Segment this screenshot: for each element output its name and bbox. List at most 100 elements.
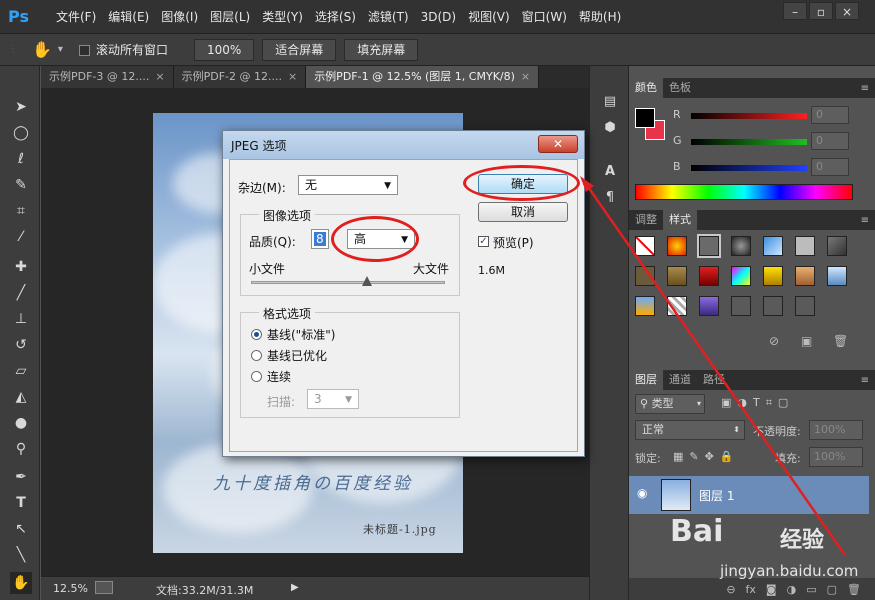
- style-swatch[interactable]: [731, 266, 751, 286]
- style-swatch[interactable]: [731, 236, 751, 256]
- style-swatch[interactable]: [635, 296, 655, 316]
- menu-select[interactable]: 选择(S): [309, 0, 362, 34]
- scans-select[interactable]: 3 ▼: [307, 389, 359, 409]
- menu-edit[interactable]: 编辑(E): [102, 0, 155, 34]
- quick-select-tool-icon[interactable]: ✎: [10, 174, 32, 196]
- menu-3d[interactable]: 3D(D): [415, 0, 462, 34]
- type-tool-icon[interactable]: T: [10, 492, 32, 514]
- panel-menu-icon[interactable]: ≡: [861, 375, 869, 386]
- style-swatch[interactable]: [763, 296, 783, 316]
- menu-view[interactable]: 视图(V): [462, 0, 516, 34]
- eyedropper-tool-icon[interactable]: ⁄: [10, 226, 32, 248]
- character-panel-icon[interactable]: A: [600, 162, 620, 182]
- scroll-all-checkbox[interactable]: [78, 43, 90, 57]
- menu-type[interactable]: 类型(Y): [256, 0, 309, 34]
- style-swatch[interactable]: [697, 234, 721, 258]
- panel-menu-icon[interactable]: ≡: [861, 83, 869, 94]
- blue-value[interactable]: 0: [811, 158, 849, 176]
- quality-slider-track[interactable]: [251, 281, 445, 284]
- bucket-tool-icon[interactable]: ◭: [10, 386, 32, 408]
- tab-layers[interactable]: 图层: [629, 370, 663, 390]
- red-value[interactable]: 0: [811, 106, 849, 124]
- brush-tool-icon[interactable]: ╱: [10, 282, 32, 304]
- menu-layer[interactable]: 图层(L): [204, 0, 256, 34]
- tab-adjustments[interactable]: 调整: [629, 210, 663, 230]
- healing-tool-icon[interactable]: ✚: [10, 256, 32, 278]
- style-swatch[interactable]: [667, 266, 687, 286]
- lasso-tool-icon[interactable]: ℓ: [10, 148, 32, 170]
- move-tool-icon[interactable]: ➤: [10, 96, 32, 118]
- style-none[interactable]: [635, 236, 655, 256]
- eye-icon[interactable]: ◉: [637, 486, 647, 500]
- restore-button[interactable]: ▫: [809, 2, 833, 20]
- tool-preset-dropdown[interactable]: ▾: [58, 44, 63, 55]
- tab-doc-3[interactable]: 示例PDF-3 @ 12.... ×: [41, 66, 174, 88]
- fill-screen-button[interactable]: 填充屏幕: [344, 38, 419, 61]
- status-menu-arrow[interactable]: ▶: [291, 582, 299, 593]
- delete-style-icon[interactable]: 🗑: [833, 334, 848, 348]
- minimize-button[interactable]: –: [783, 2, 807, 20]
- red-bar[interactable]: [691, 113, 807, 119]
- zoom-100-button[interactable]: 100%: [193, 38, 255, 61]
- crop-tool-icon[interactable]: ⌗: [10, 200, 32, 222]
- lock-icons[interactable]: ▦✎✥🔒: [673, 450, 740, 463]
- stamp-tool-icon[interactable]: ⊥: [10, 308, 32, 330]
- close-tab-icon[interactable]: ×: [521, 70, 530, 83]
- new-style-icon[interactable]: ▣: [801, 334, 812, 348]
- zoom-level[interactable]: 12.5%: [53, 582, 88, 595]
- panel-menu-icon[interactable]: ≡: [861, 215, 869, 226]
- blue-bar[interactable]: [691, 165, 807, 171]
- menu-help[interactable]: 帮助(H): [573, 0, 627, 34]
- radio-baseline-standard[interactable]: [251, 329, 262, 340]
- tab-doc-2[interactable]: 示例PDF-2 @ 12.... ×: [173, 66, 307, 88]
- matte-select[interactable]: 无 ▼: [298, 175, 398, 195]
- tab-swatches[interactable]: 色板: [663, 78, 697, 98]
- color-ramp[interactable]: [635, 184, 853, 200]
- clear-style-icon[interactable]: ⊘: [769, 334, 779, 348]
- tab-paths[interactable]: 路径: [697, 370, 731, 390]
- style-swatch[interactable]: [827, 266, 847, 286]
- style-swatch[interactable]: [635, 266, 655, 286]
- close-tab-icon[interactable]: ×: [288, 70, 297, 83]
- menu-image[interactable]: 图像(I): [155, 0, 204, 34]
- tab-doc-1[interactable]: 示例PDF-1 @ 12.5% (图层 1, CMYK/8) ×: [306, 66, 540, 88]
- tab-color[interactable]: 颜色: [629, 78, 663, 98]
- style-swatch[interactable]: [699, 266, 719, 286]
- green-bar[interactable]: [691, 139, 807, 145]
- blend-mode-select[interactable]: 正常 ⬍: [635, 420, 745, 440]
- opacity-input[interactable]: 100%: [809, 420, 863, 440]
- foreground-color-swatch[interactable]: [635, 108, 655, 128]
- style-swatch[interactable]: [731, 296, 751, 316]
- close-tab-icon[interactable]: ×: [155, 70, 164, 83]
- style-swatch[interactable]: [763, 266, 783, 286]
- green-value[interactable]: 0: [811, 132, 849, 150]
- menu-window[interactable]: 窗口(W): [516, 0, 573, 34]
- layer-filter-icons[interactable]: ▣◑T⌗▢: [721, 396, 794, 410]
- blur-tool-icon[interactable]: ●: [10, 412, 32, 434]
- dialog-titlebar[interactable]: JPEG 选项 ✕: [223, 131, 584, 159]
- style-swatch[interactable]: [795, 236, 815, 256]
- style-swatch[interactable]: [667, 296, 687, 316]
- layer-filter-select[interactable]: ⚲ 类型 ▾: [635, 394, 705, 414]
- tab-channels[interactable]: 通道: [663, 370, 697, 390]
- history-brush-tool-icon[interactable]: ↺: [10, 334, 32, 356]
- quality-slider-thumb[interactable]: [362, 276, 373, 286]
- fit-screen-button[interactable]: 适合屏幕: [262, 38, 337, 61]
- pen-tool-icon[interactable]: ✒: [10, 466, 32, 488]
- cancel-button[interactable]: 取消: [478, 202, 568, 222]
- style-swatch[interactable]: [795, 296, 815, 316]
- history-panel-icon[interactable]: ▤: [600, 92, 620, 112]
- radio-baseline-optimized[interactable]: [251, 350, 262, 361]
- preview-checkbox[interactable]: ✓: [478, 236, 489, 247]
- style-swatch[interactable]: [763, 236, 783, 256]
- path-select-tool-icon[interactable]: ↖: [10, 518, 32, 540]
- eraser-tool-icon[interactable]: ▱: [10, 360, 32, 382]
- dialog-close-button[interactable]: ✕: [538, 135, 578, 153]
- fill-input[interactable]: 100%: [809, 447, 863, 467]
- hand-tool-icon[interactable]: ✋: [32, 40, 52, 59]
- style-swatch[interactable]: [667, 236, 687, 256]
- hand-tool-icon[interactable]: ✋: [10, 572, 32, 594]
- style-swatch[interactable]: [827, 236, 847, 256]
- menu-filter[interactable]: 滤镜(T): [362, 0, 415, 34]
- radio-progressive[interactable]: [251, 371, 262, 382]
